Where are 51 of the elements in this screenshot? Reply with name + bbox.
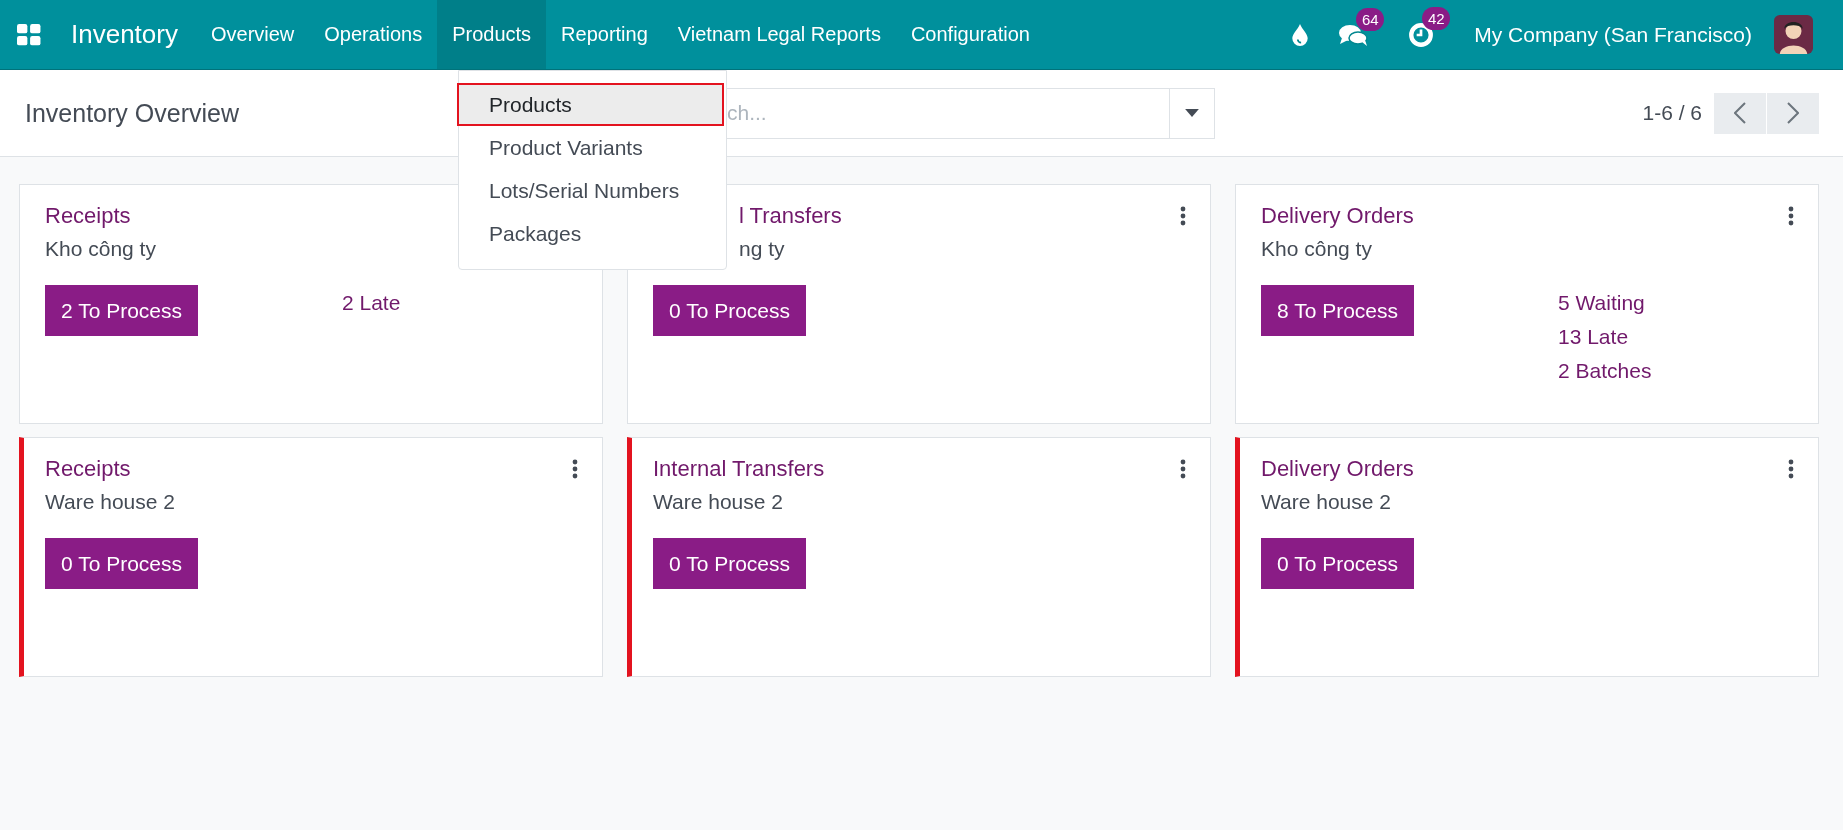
- menu-item[interactable]: Reporting: [546, 0, 663, 69]
- card-title[interactable]: Delivery Orders: [1261, 203, 1414, 229]
- message-count-badge: 64: [1356, 7, 1385, 31]
- warehouse-name: Kho công ty: [45, 237, 157, 261]
- app-name[interactable]: Inventory: [71, 19, 178, 50]
- to-process-button[interactable]: 0 To Process: [653, 285, 806, 336]
- card-title[interactable]: Delivery Orders: [1261, 456, 1414, 482]
- pager-value: 1-6 / 6: [1642, 101, 1702, 125]
- card-title[interactable]: Receipts: [45, 456, 131, 482]
- next-page-button[interactable]: [1767, 92, 1819, 134]
- card-title[interactable]: Internal Transfers: [653, 456, 825, 482]
- apps-menu-icon[interactable]: [17, 23, 41, 46]
- kebab-menu-icon[interactable]: [1788, 206, 1794, 226]
- menu-item[interactable]: Operations: [309, 0, 438, 69]
- to-process-button[interactable]: 0 To Process: [653, 538, 806, 589]
- company-switcher[interactable]: My Company (San Francisco): [1474, 22, 1752, 47]
- warehouse-name: Ware house 2: [1261, 490, 1392, 514]
- card-title[interactable]: Receipts: [45, 203, 131, 229]
- menu-item[interactable]: Overview: [195, 0, 310, 69]
- stat-link[interactable]: 13 Late: [1558, 325, 1629, 349]
- warehouse-name: Kho công ty: [1261, 237, 1373, 261]
- activity-count-badge: 42: [1422, 6, 1451, 30]
- chevron-right-icon: [1787, 102, 1799, 124]
- user-avatar[interactable]: [1774, 15, 1813, 54]
- warehouse-name: Ware house 2: [45, 490, 176, 514]
- to-process-button[interactable]: 8 To Process: [1261, 285, 1414, 336]
- dropdown-item[interactable]: Lots/Serial Numbers: [457, 169, 724, 212]
- stat-link[interactable]: 2 Batches: [1558, 359, 1652, 383]
- stat-link[interactable]: 2 Late: [342, 291, 401, 315]
- to-process-button[interactable]: 0 To Process: [45, 538, 198, 589]
- menu-item[interactable]: Configuration: [895, 0, 1045, 69]
- kebab-menu-icon[interactable]: [1180, 206, 1186, 226]
- drop-icon[interactable]: [1292, 23, 1309, 46]
- dropdown-item[interactable]: Products: [457, 83, 724, 126]
- to-process-button[interactable]: 0 To Process: [1261, 538, 1414, 589]
- previous-page-button[interactable]: [1714, 92, 1766, 134]
- card-title[interactable]: l Transfers: [739, 203, 842, 229]
- kebab-menu-icon[interactable]: [572, 459, 578, 479]
- menu-item[interactable]: Products: [437, 0, 547, 69]
- chevron-left-icon: [1734, 102, 1746, 124]
- warehouse-name: ng ty: [739, 237, 786, 261]
- caret-icon: [1185, 109, 1199, 117]
- kebab-menu-icon[interactable]: [1180, 459, 1186, 479]
- kebab-menu-icon[interactable]: [1788, 459, 1794, 479]
- search-options-button[interactable]: [1170, 87, 1215, 139]
- menu-item[interactable]: Vietnam Legal Reports: [662, 0, 896, 69]
- stat-link[interactable]: 5 Waiting: [1558, 291, 1645, 315]
- warehouse-name: Ware house 2: [653, 490, 784, 514]
- page-title: Inventory Overview: [25, 98, 240, 128]
- dropdown-item[interactable]: Packages: [457, 212, 724, 255]
- to-process-button[interactable]: 2 To Process: [45, 285, 198, 336]
